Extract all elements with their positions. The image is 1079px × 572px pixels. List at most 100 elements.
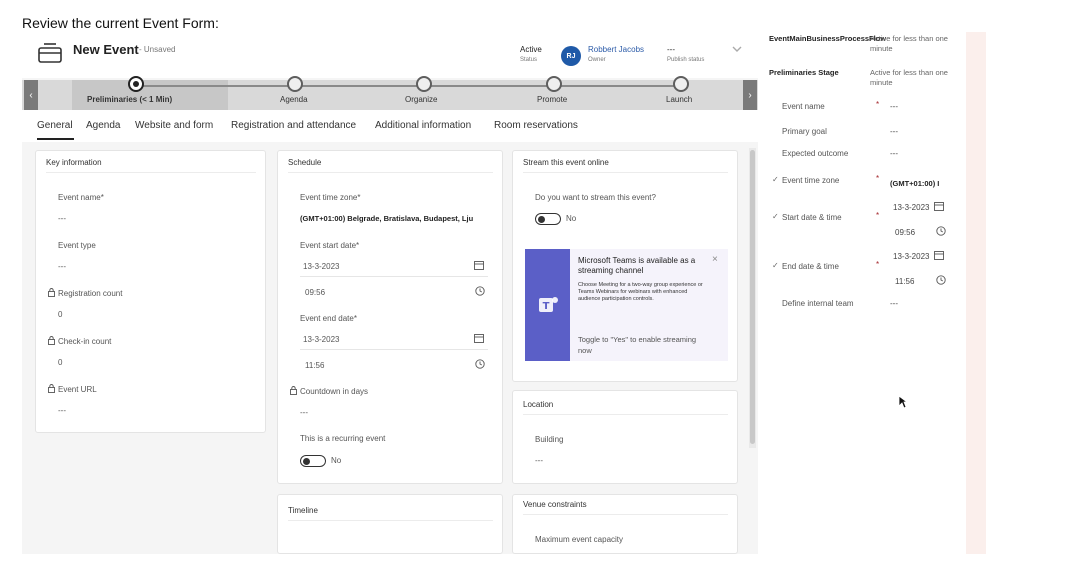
flyout-end-label: End date & time [782,262,839,271]
calendar-icon[interactable] [934,250,944,260]
publish-status-value: --- [667,45,675,54]
flyout-end-date-input[interactable]: 13-3-2023 [893,252,929,261]
flyout-start-time-input[interactable]: 09:56 [895,228,915,237]
key-information-title: Key information [46,158,102,167]
unsaved-indicator: - Unsaved [139,45,176,54]
mouse-cursor-icon [898,395,908,409]
section-divider [523,414,728,415]
stage-label-organize[interactable]: Organize [405,95,437,104]
countdown-label: Countdown in days [300,387,369,396]
clock-icon[interactable] [936,275,946,285]
lock-icon [48,384,55,393]
flyout-time-zone-select[interactable]: (GMT+01:00) I [890,179,948,188]
flyout-expected-outcome-input[interactable]: --- [890,149,898,158]
venue-constraints-title: Venue constraints [523,500,587,509]
flyout-primary-goal-label: Primary goal [782,127,827,136]
flyout-primary-goal-input[interactable]: --- [890,127,898,136]
status-label: Status [520,57,538,63]
stream-toggle[interactable] [535,213,561,225]
check-icon: ✓ [772,175,779,184]
owner-link[interactable]: Robbert Jacobs [588,45,644,54]
flyout-event-name-label: Event name [782,102,825,111]
flyout-expected-outcome-label: Expected outcome [782,149,849,158]
lock-icon [290,386,297,395]
close-icon[interactable]: × [712,254,718,265]
schedule-title: Schedule [288,158,322,167]
flyout-stage-title: Preliminaries Stage [769,68,839,77]
microsoft-teams-icon: T [539,297,558,312]
building-input[interactable]: --- [535,456,543,465]
status-value: Active [520,45,542,54]
stream-question-label: Do you want to stream this event? [535,193,656,202]
chevron-down-icon[interactable] [730,42,744,56]
question-caption: Review the current Event Form: [22,15,219,31]
flyout-start-label: Start date & time [782,213,842,222]
end-date-input[interactable]: 13-3-2023 [303,335,339,344]
required-indicator: * [876,100,880,109]
event-form-icon [38,43,62,63]
owner-avatar[interactable]: RJ [561,46,581,66]
required-indicator: * [876,260,880,269]
flyout-internal-team-input[interactable]: --- [890,299,898,308]
check-icon: ✓ [772,212,779,221]
bpf-connector-line [136,85,682,87]
flyout-start-date-input[interactable]: 13-3-2023 [893,203,929,212]
time-zone-select[interactable]: (GMT+01:00) Belgrade, Bratislava, Budape… [300,214,490,223]
stage-dot-organize[interactable] [416,76,432,92]
required-indicator: * [876,174,880,183]
stage-label-preliminaries[interactable]: Preliminaries (< 1 Min) [87,95,172,104]
flyout-process-title: EventMainBusinessProcessFlow [769,34,887,43]
tab-additional-information[interactable]: Additional information [375,120,471,131]
flyout-end-time-input[interactable]: 11:56 [895,277,914,286]
flyout-internal-team-label: Define internal team [782,299,854,308]
event-url-label: Event URL [58,385,97,394]
stage-label-launch[interactable]: Launch [666,95,692,104]
event-name-input[interactable]: --- [58,214,66,223]
teams-banner-note: Toggle to "Yes" to enable streaming now [578,335,697,355]
check-icon: ✓ [772,261,779,270]
registration-count-value: 0 [58,310,63,319]
flyout-time-zone-label: Event time zone [782,176,840,185]
start-date-input[interactable]: 13-3-2023 [303,262,339,271]
recurring-toggle-value: No [331,456,342,465]
event-type-input[interactable]: --- [58,262,66,271]
scrollbar-thumb[interactable] [750,150,755,444]
start-time-input[interactable]: 09:56 [305,288,325,297]
end-date-label: Event end date* [300,314,357,323]
max-capacity-label: Maximum event capacity [535,535,624,544]
clock-icon[interactable] [475,286,485,296]
calendar-icon[interactable] [934,201,944,211]
calendar-icon[interactable] [474,260,484,270]
stage-label-agenda[interactable]: Agenda [280,95,308,104]
svg-text:T: T [543,301,550,312]
lock-icon [48,288,55,297]
section-divider [46,172,256,173]
field-underline [300,276,488,277]
tab-room-reservations[interactable]: Room reservations [494,120,578,131]
event-url-value[interactable]: --- [58,406,66,415]
required-indicator: * [876,211,880,220]
flyout-edge-strip [966,32,986,554]
end-time-input[interactable]: 11:56 [305,361,324,370]
timeline-section [277,494,503,554]
stage-label-promote[interactable]: Promote [537,95,567,104]
recurring-toggle[interactable] [300,455,326,467]
event-name-label: Event name* [58,193,104,202]
teams-banner-title: Microsoft Teams is available as a stream… [578,256,696,275]
tab-registration-and-attendance[interactable]: Registration and attendance [231,120,356,131]
calendar-icon[interactable] [474,333,484,343]
stage-dot-preliminaries[interactable] [128,76,144,92]
clock-icon[interactable] [475,359,485,369]
flyout-event-name-input[interactable]: --- [890,102,898,111]
tab-agenda[interactable]: Agenda [86,120,120,131]
bpf-prev-button[interactable]: ‹ [24,80,38,110]
form-title: New Event [73,42,139,57]
bpf-next-button[interactable]: › [743,80,757,110]
owner-label: Owner [588,57,606,63]
stage-dot-promote[interactable] [546,76,562,92]
stage-dot-launch[interactable] [673,76,689,92]
tab-website-and-form[interactable]: Website and form [135,120,213,131]
tab-general[interactable]: General [37,120,73,131]
clock-icon[interactable] [936,226,946,236]
stage-dot-agenda[interactable] [287,76,303,92]
